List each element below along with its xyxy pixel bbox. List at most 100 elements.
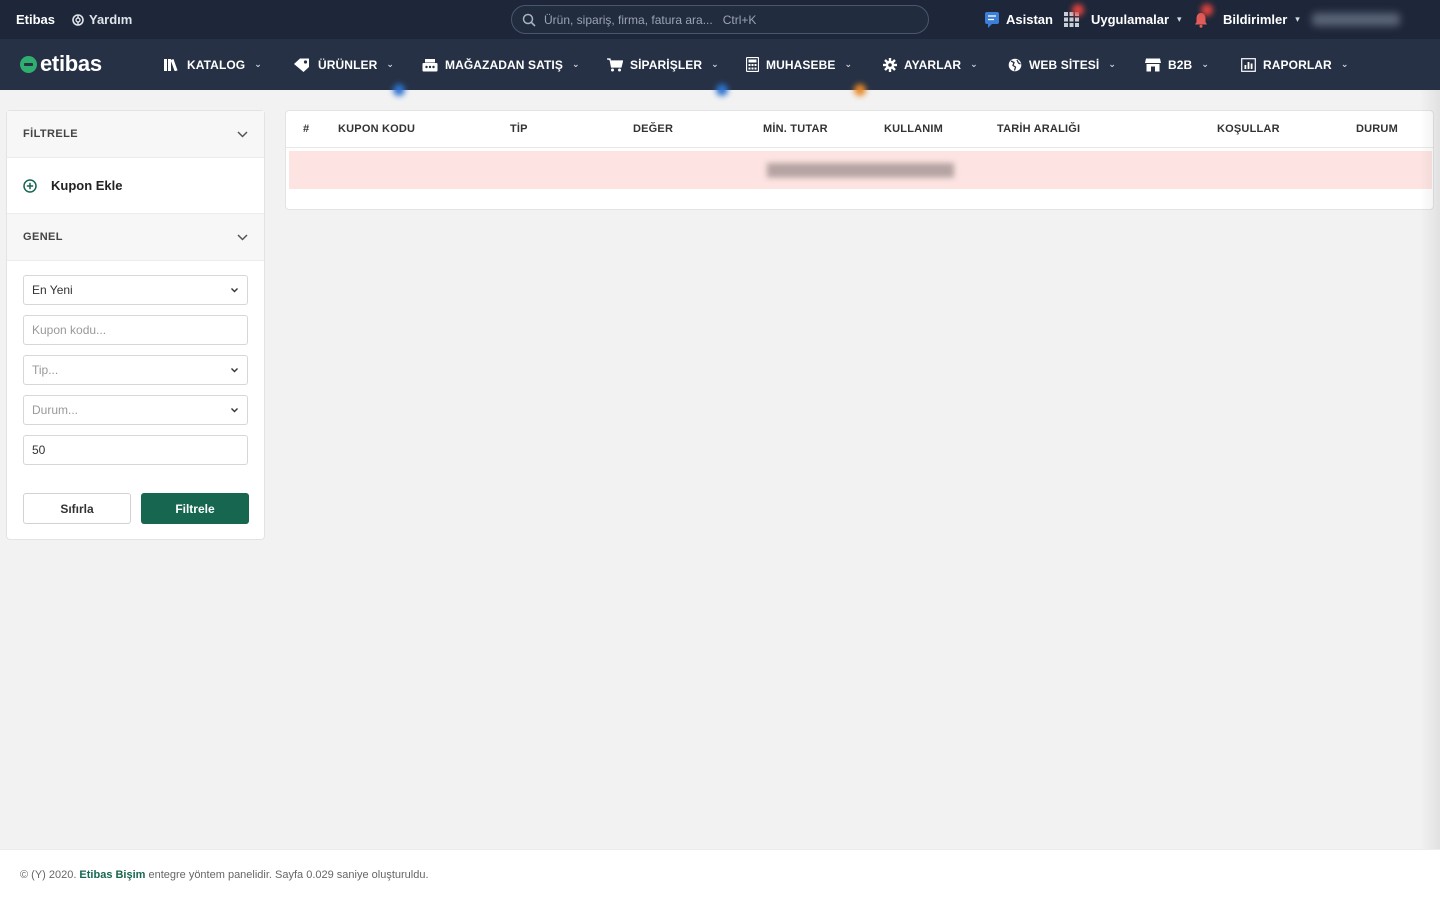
limit-input[interactable]: 50	[23, 435, 248, 465]
apps-label: Uygulamalar	[1091, 12, 1170, 27]
brand-link[interactable]: Etibas	[16, 12, 55, 27]
footer-prefix: © (Y) 2020.	[20, 869, 77, 881]
nav-siparisler[interactable]: SİPARİŞLER ⌄	[607, 39, 719, 90]
nav-web-sitesi[interactable]: WEB SİTESİ ⌄	[1008, 39, 1116, 90]
apps-badge	[1072, 4, 1084, 16]
nav-katalog[interactable]: KATALOG ⌄	[164, 39, 262, 90]
nav-ayarlar[interactable]: AYARLAR ⌄	[883, 39, 978, 90]
column-header-value[interactable]: DEĞER	[633, 123, 673, 135]
status-placeholder: Durum...	[32, 403, 79, 417]
chevron-down-icon	[231, 408, 238, 413]
chevron-down-icon[interactable]	[237, 233, 248, 241]
report-icon	[1241, 57, 1256, 72]
footer-suffix: entegre yöntem panelidir. Sayfa 0.029 sa…	[148, 869, 429, 881]
chevron-down-icon: ▾	[1177, 14, 1182, 24]
column-header-coupon-code[interactable]: KUPON KODU	[338, 123, 415, 135]
nav-label: MAĞAZADAN SATIŞ	[445, 57, 563, 72]
filter-section-header[interactable]: FİLTRELE	[7, 111, 264, 158]
add-coupon-label: Kupon Ekle	[51, 178, 123, 193]
store-icon	[1145, 58, 1161, 71]
help-label: Yardım	[89, 12, 133, 27]
filter-title: FİLTRELE	[23, 128, 78, 140]
nav-b2b[interactable]: B2B ⌄	[1145, 39, 1209, 90]
search-icon	[522, 13, 536, 27]
user-menu[interactable]	[1312, 13, 1400, 26]
nav-label: AYARLAR	[904, 57, 962, 72]
chat-icon	[985, 11, 999, 28]
limit-value: 50	[32, 443, 46, 457]
help-link[interactable]: Yardım	[72, 12, 132, 27]
table-header: # KUPON KODU TİP DEĞER MİN. TUTAR KULLAN…	[286, 111, 1433, 148]
logo-mark	[20, 55, 37, 73]
lifebuoy-icon	[72, 13, 84, 26]
type-placeholder: Tip...	[32, 363, 59, 377]
gear-icon	[883, 57, 897, 72]
chevron-down-icon	[231, 368, 238, 373]
assistant-button[interactable]: Asistan	[984, 0, 1053, 39]
filter-sidebar: FİLTRELE Kupon Ekle GENEL En Yeni Tip...…	[6, 110, 265, 540]
sort-value: En Yeni	[32, 283, 73, 297]
nav-label: KATALOG	[187, 57, 246, 72]
chevron-down-icon: ⌄	[386, 59, 395, 69]
add-coupon-button[interactable]: Kupon Ekle	[7, 158, 264, 214]
column-header-type[interactable]: TİP	[510, 123, 528, 135]
chevron-down-icon: ⌄	[844, 59, 853, 69]
tag-icon	[294, 58, 309, 72]
status-select[interactable]: Durum...	[23, 395, 248, 425]
nav-muhasebe[interactable]: MUHASEBE ⌄	[746, 39, 852, 90]
globe-icon	[1008, 58, 1022, 71]
main-navbar: etibas KATALOG ⌄ ÜRÜNLER ⌄ MAĞAZADAN SAT…	[0, 39, 1440, 96]
calculator-icon	[746, 57, 759, 72]
global-search[interactable]	[511, 5, 929, 34]
nav-raporlar[interactable]: RAPORLAR ⌄	[1241, 39, 1348, 90]
general-title: GENEL	[23, 231, 63, 243]
chevron-down-icon: ⌄	[1108, 59, 1116, 69]
nav-label: ÜRÜNLER	[318, 57, 378, 72]
urunler-badge	[393, 84, 405, 96]
chevron-down-icon: ⌄	[571, 59, 580, 69]
scroll-shadow	[1420, 90, 1440, 900]
chevron-down-icon: ⌄	[1340, 59, 1349, 69]
general-section-header[interactable]: GENEL	[7, 214, 264, 261]
siparisler-badge	[716, 84, 728, 96]
empty-state-row: ██████████████████████	[289, 151, 1432, 189]
column-header-min-amount[interactable]: MİN. TUTAR	[763, 123, 828, 135]
nav-label: MUHASEBE	[766, 57, 836, 72]
chevron-down-icon: ⌄	[711, 59, 719, 69]
sort-select[interactable]: En Yeni	[23, 275, 248, 305]
nav-label: SİPARİŞLER	[630, 57, 703, 72]
chevron-down-icon: ⌄	[254, 59, 262, 69]
logo-text: etibas	[40, 51, 102, 76]
type-select[interactable]: Tip...	[23, 355, 248, 385]
column-header-usage[interactable]: KULLANIM	[884, 123, 943, 135]
footer: © (Y) 2020. Etibas Bişim entegre yöntem …	[0, 849, 1440, 900]
nav-label: RAPORLAR	[1263, 57, 1332, 72]
chevron-down-icon: ⌄	[1201, 59, 1209, 69]
column-header-conditions[interactable]: KOŞULLAR	[1217, 123, 1280, 135]
notifications-label: Bildirimler	[1223, 12, 1288, 27]
column-header-index[interactable]: #	[303, 123, 309, 135]
search-input[interactable]	[544, 12, 924, 27]
nav-label: B2B	[1168, 57, 1193, 72]
filter-button[interactable]: Filtrele	[141, 493, 249, 524]
nav-label: WEB SİTESİ	[1029, 57, 1100, 72]
assistant-label: Asistan	[1006, 12, 1053, 27]
chevron-down-icon[interactable]	[237, 130, 248, 138]
column-header-date-range[interactable]: TARİH ARALIĞI	[997, 123, 1080, 135]
logo[interactable]: etibas	[20, 51, 102, 77]
footer-company-link[interactable]: Etibas Bişim	[79, 869, 145, 881]
top-bar: Etibas Yardım Asistan Uygulamalar ▾ Bild…	[0, 0, 1440, 39]
chevron-down-icon: ▾	[1295, 14, 1300, 24]
coupon-code-input[interactable]	[23, 315, 248, 345]
chevron-down-icon	[231, 288, 238, 293]
books-icon	[164, 59, 178, 71]
empty-state-message: ██████████████████████	[766, 163, 955, 177]
cart-icon	[607, 57, 623, 71]
nav-magazadan-satis[interactable]: MAĞAZADAN SATIŞ ⌄	[422, 39, 580, 90]
column-header-status[interactable]: DURUM	[1356, 123, 1398, 135]
plus-circle-icon	[23, 178, 37, 193]
reset-button[interactable]: Sıfırla	[23, 493, 131, 524]
cash-register-icon	[422, 58, 438, 71]
nav-urunler[interactable]: ÜRÜNLER ⌄	[293, 39, 394, 90]
coupon-code-field[interactable]	[32, 323, 239, 337]
